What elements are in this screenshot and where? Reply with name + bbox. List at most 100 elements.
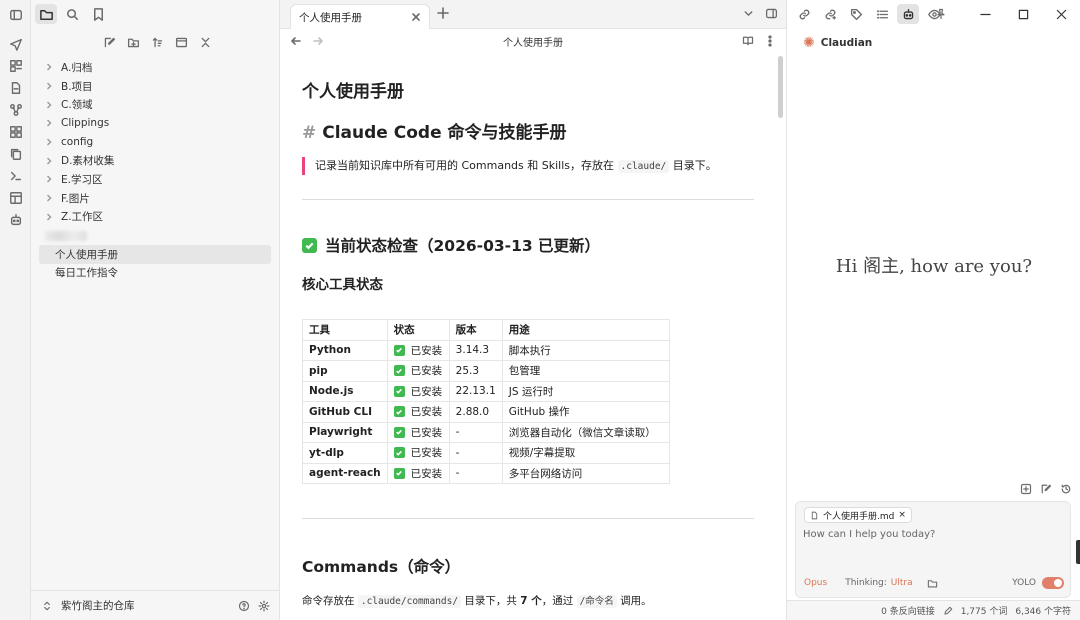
vault-switcher[interactable]: 紫竹阁主的仓库 <box>31 590 280 620</box>
minimize-icon[interactable] <box>966 0 1004 28</box>
file-icon[interactable] <box>7 79 24 96</box>
folder-item[interactable]: A.归档 <box>39 58 271 77</box>
folder-icon[interactable] <box>35 4 57 24</box>
chevron-updown-icon <box>41 600 53 612</box>
canvas-icon[interactable] <box>7 123 24 140</box>
edit-icon[interactable] <box>1040 483 1052 495</box>
status-heading-text: 当前状态检查（2026-03-13 已更新） <box>325 237 601 255</box>
table-row: pip 已安装 25.3 包管理 <box>302 360 670 382</box>
table-cell: JS 运行时 <box>501 380 670 402</box>
help-icon[interactable] <box>238 600 250 612</box>
backlinks-count[interactable]: 0 条反向链接 <box>881 604 935 617</box>
folder-icon[interactable] <box>927 578 938 589</box>
file-label: 个人使用手册 <box>55 248 118 261</box>
search-icon[interactable] <box>61 4 83 24</box>
view-header: 个人使用手册 <box>280 29 786 53</box>
right-sidebar-toggle-icon[interactable] <box>765 7 778 20</box>
chevron-down-icon[interactable] <box>742 7 755 20</box>
context-file-chip[interactable]: 个人使用手册.md × <box>804 507 912 523</box>
auto-reveal-icon[interactable] <box>173 34 189 50</box>
new-note-icon[interactable] <box>101 34 117 50</box>
edge-handle[interactable] <box>1076 540 1080 564</box>
table-row: Node.js 已安装 22.13.1 JS 运行时 <box>302 380 670 402</box>
table-cell: GitHub CLI <box>302 401 388 423</box>
tab-active[interactable]: 个人使用手册 <box>290 4 430 29</box>
link-icon[interactable] <box>793 4 815 24</box>
yolo-toggle[interactable] <box>1042 577 1064 589</box>
tag-icon[interactable] <box>845 4 867 24</box>
folder-item[interactable]: Z.工作区 <box>39 208 271 227</box>
table-cell: - <box>448 442 503 464</box>
book-open-icon[interactable] <box>742 35 754 47</box>
blurred-item[interactable] <box>39 226 271 245</box>
chip-close-icon[interactable]: × <box>898 510 906 520</box>
status-bar: 0 条反向链接 1,775 个词 6,346 个字符 <box>787 600 1080 620</box>
file-item[interactable]: 每日工作指令 <box>39 264 271 283</box>
maximize-icon[interactable] <box>1004 0 1042 28</box>
bot-icon[interactable] <box>897 4 919 24</box>
terminal-icon[interactable] <box>7 167 24 184</box>
folder-item[interactable]: B.项目 <box>39 77 271 96</box>
ribbon <box>0 0 31 620</box>
quote-text-end: 目录下。 <box>672 159 717 172</box>
folder-item[interactable]: E.学习区 <box>39 170 271 189</box>
history-icon[interactable] <box>1060 483 1072 495</box>
scrollbar[interactable] <box>778 56 783 118</box>
check-icon <box>393 447 405 459</box>
file-item-active[interactable]: 个人使用手册 <box>39 244 271 264</box>
table-cell: 已安装 <box>386 360 450 382</box>
new-folder-icon[interactable] <box>125 34 141 50</box>
sidebar-toggle-icon[interactable] <box>7 6 24 23</box>
table-header-row: 工具 状态 版本 用途 <box>302 319 670 341</box>
table-cell: 2.88.0 <box>448 401 503 423</box>
chat-composer[interactable]: 个人使用手册.md × How can I help you today? Op… <box>795 501 1071 598</box>
bookmark-icon[interactable] <box>87 4 109 24</box>
check-icon <box>393 344 405 356</box>
table-header: 用途 <box>501 319 670 341</box>
status-text: 已安装 <box>410 467 443 480</box>
chevron-right-icon <box>45 119 55 127</box>
layout-icon[interactable] <box>7 189 24 206</box>
arrow-right-icon[interactable] <box>312 35 324 47</box>
outgoing-link-icon[interactable] <box>819 4 841 24</box>
tools-heading: 核心工具状态 <box>302 277 383 293</box>
pencil-icon[interactable] <box>943 606 953 616</box>
char-count: 6,346 个字符 <box>1015 607 1071 617</box>
heading-1: # Claude Code 命令与技能手册 <box>302 118 567 143</box>
more-options-icon[interactable] <box>764 35 776 47</box>
table-cell: - <box>448 421 503 443</box>
send-icon[interactable] <box>7 35 24 52</box>
pin-icon[interactable] <box>935 8 947 20</box>
divider <box>302 199 754 200</box>
arrow-left-icon[interactable] <box>290 35 302 47</box>
status-text: 已安装 <box>410 406 443 419</box>
dashboard-icon[interactable] <box>7 57 24 74</box>
thinking-label: Thinking: <box>845 578 887 588</box>
folder-item[interactable]: D.素材收集 <box>39 151 271 170</box>
table-row: GitHub CLI 已安装 2.88.0 GitHub 操作 <box>302 401 670 423</box>
graph-icon[interactable] <box>7 101 24 118</box>
plus-icon[interactable] <box>437 7 449 19</box>
new-chat-icon[interactable] <box>1020 483 1032 495</box>
gear-icon[interactable] <box>258 600 270 612</box>
outline-icon[interactable] <box>871 4 893 24</box>
collapse-all-icon[interactable] <box>197 34 213 50</box>
claudian-panel: ✺ Claudian Hi 阁主, how are you? 个人使用手册.md… <box>786 0 1080 620</box>
table-cell: 浏览器自动化（微信文章读取） <box>501 421 670 443</box>
bot-icon[interactable] <box>7 211 24 228</box>
folder-item[interactable]: F.图片 <box>39 189 271 208</box>
table-cell: 脚本执行 <box>501 339 670 361</box>
thinking-level[interactable]: Ultra <box>891 578 913 588</box>
file-tree: A.归档 B.项目 C.领域 Clippings config D.素材收集 E… <box>39 58 271 282</box>
folder-item[interactable]: C.领域 <box>39 95 271 114</box>
chat-input[interactable]: How can I help you today? <box>803 529 935 540</box>
folder-label: Clippings <box>61 117 110 130</box>
copy-icon[interactable] <box>7 145 24 162</box>
folder-item[interactable]: config <box>39 133 271 152</box>
model-selector[interactable]: Opus <box>804 578 827 588</box>
folder-label: C.领域 <box>61 99 93 112</box>
folder-item[interactable]: Clippings <box>39 114 271 133</box>
sort-icon[interactable] <box>149 34 165 50</box>
close-window-icon[interactable] <box>1042 0 1080 28</box>
close-icon[interactable] <box>411 12 421 22</box>
